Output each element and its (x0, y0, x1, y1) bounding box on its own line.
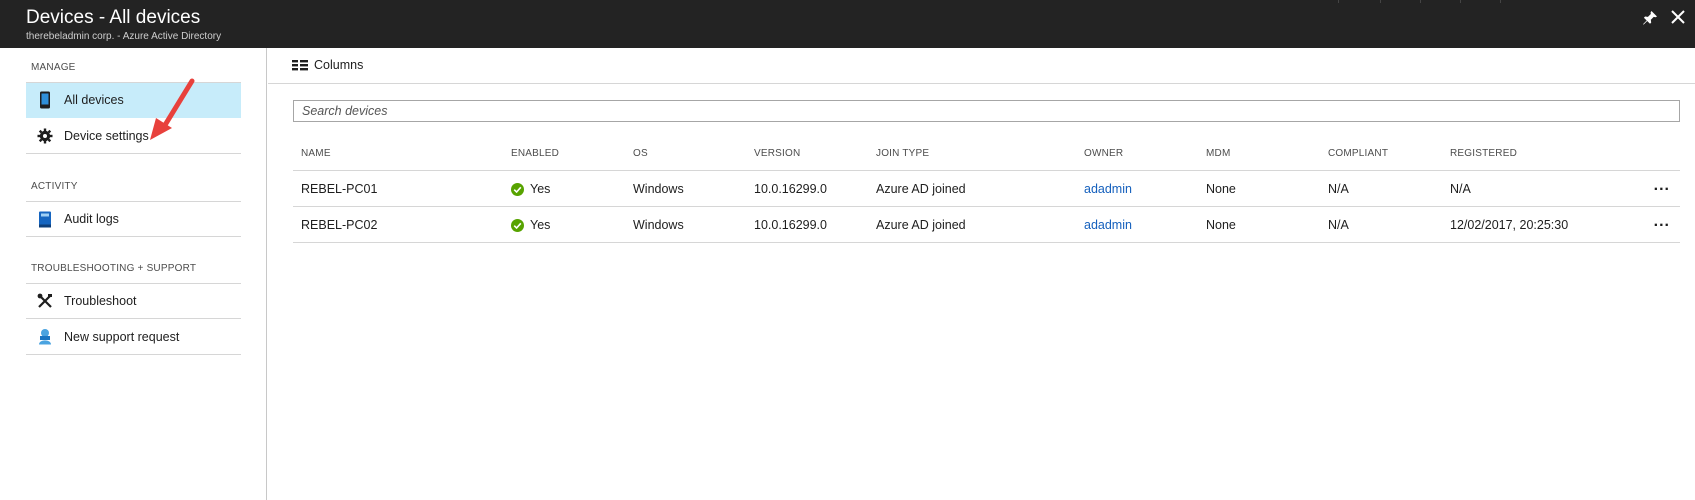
nav-item-new-support-request[interactable]: New support request (26, 319, 241, 355)
pin-icon[interactable] (1641, 9, 1659, 27)
section-label-troubleshooting: TROUBLESHOOTING + SUPPORT (31, 263, 197, 274)
section-label-manage: MANAGE (31, 62, 76, 73)
cell-version: 10.0.16299.0 (754, 182, 827, 196)
devices-table: NAME ENABLED OS VERSION JOIN TYPE OWNER … (293, 134, 1680, 243)
cell-owner-link[interactable]: adadmin (1084, 218, 1132, 232)
section-label-activity: ACTIVITY (31, 181, 78, 192)
title-bar-divider (1380, 0, 1381, 3)
column-header-mdm[interactable]: MDM (1206, 148, 1230, 159)
column-header-join-type[interactable]: JOIN TYPE (876, 148, 929, 159)
device-icon (35, 90, 55, 110)
enabled-text: Yes (530, 218, 551, 232)
column-header-registered[interactable]: REGISTERED (1450, 148, 1517, 159)
annotation-arrow (150, 78, 195, 140)
close-icon[interactable] (1669, 8, 1687, 26)
nav-item-label: Audit logs (64, 212, 119, 226)
left-nav: MANAGE All devices Device settings ACTIV… (0, 48, 267, 500)
cell-registered: 12/02/2017, 20:25:30 (1450, 218, 1569, 232)
column-header-version[interactable]: VERSION (754, 148, 800, 159)
cell-mdm: None (1206, 218, 1236, 232)
cell-compliant: N/A (1328, 218, 1349, 232)
cell-compliant: N/A (1328, 182, 1349, 196)
title-bar-divider (1460, 0, 1461, 3)
cell-name: REBEL-PC02 (301, 218, 378, 232)
table-header: NAME ENABLED OS VERSION JOIN TYPE OWNER … (293, 134, 1680, 171)
support-person-icon (35, 327, 55, 347)
cell-owner-link[interactable]: adadmin (1084, 182, 1132, 196)
cell-enabled: Yes (511, 182, 550, 196)
cell-version: 10.0.16299.0 (754, 218, 827, 232)
cell-join-type: Azure AD joined (876, 218, 966, 232)
enabled-text: Yes (530, 182, 551, 196)
table-row[interactable]: REBEL-PC01 Yes Windows 10.0.16299.0 Azur… (293, 171, 1680, 207)
search-input[interactable] (293, 100, 1680, 122)
column-header-os[interactable]: OS (633, 148, 648, 159)
columns-label: Columns (314, 58, 364, 72)
nav-item-label: Device settings (64, 128, 149, 143)
toolbar: Columns (268, 48, 1695, 84)
nav-item-device-settings[interactable]: Device settings (26, 118, 241, 154)
row-more-button[interactable]: ... (1654, 177, 1670, 195)
main-content: Columns NAME ENABLED OS VERSION JOIN TYP… (268, 48, 1695, 500)
cell-os: Windows (633, 182, 684, 196)
nav-item-all-devices[interactable]: All devices (26, 82, 241, 118)
cell-enabled: Yes (511, 218, 550, 232)
cell-os: Windows (633, 218, 684, 232)
cell-mdm: None (1206, 182, 1236, 196)
tools-icon (35, 291, 55, 311)
book-icon (35, 209, 55, 229)
nav-item-troubleshoot[interactable]: Troubleshoot (26, 283, 241, 319)
cell-name: REBEL-PC01 (301, 182, 378, 196)
nav-item-label: All devices (64, 93, 124, 107)
title-bar: Devices - All devices therebeladmin corp… (0, 0, 1695, 48)
check-circle-icon (511, 218, 524, 232)
title-bar-divider (1420, 0, 1421, 3)
row-more-button[interactable]: ... (1654, 213, 1670, 231)
column-header-enabled[interactable]: ENABLED (511, 148, 559, 159)
nav-item-label: Troubleshoot (64, 294, 137, 308)
title-bar-divider (1500, 0, 1501, 3)
cell-join-type: Azure AD joined (876, 182, 966, 196)
gear-icon (35, 126, 55, 146)
table-row[interactable]: REBEL-PC02 Yes Windows 10.0.16299.0 Azur… (293, 207, 1680, 243)
columns-icon (292, 60, 308, 71)
column-header-compliant[interactable]: COMPLIANT (1328, 148, 1388, 159)
title-bar-divider (1338, 0, 1339, 3)
columns-button[interactable]: Columns (292, 58, 363, 72)
column-header-name[interactable]: NAME (301, 148, 331, 159)
page-subtitle: therebeladmin corp. - Azure Active Direc… (26, 31, 222, 42)
nav-item-audit-logs[interactable]: Audit logs (26, 201, 241, 237)
column-header-owner[interactable]: OWNER (1084, 148, 1123, 159)
check-circle-icon (511, 182, 524, 196)
cell-registered: N/A (1450, 182, 1471, 196)
page-title: Devices - All devices (26, 7, 201, 28)
nav-item-label: New support request (64, 329, 180, 344)
